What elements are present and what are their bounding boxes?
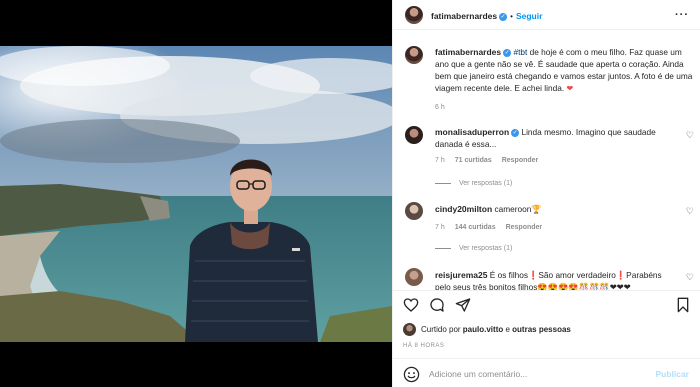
post-sidebar: fatimabernardes ✓ • Seguir ··· fatimabernar… xyxy=(392,0,700,387)
comment-item: monalisaduperron ✓ Linda mesmo. Imagino q… xyxy=(435,126,675,150)
comment-text: cameroon🏆 xyxy=(494,204,542,214)
caption-hashtag[interactable]: #tbt xyxy=(513,47,527,57)
comment-input[interactable]: Adicione um comentário... xyxy=(429,369,527,379)
comment-like-icon[interactable]: ♡ xyxy=(686,272,694,283)
comment-username[interactable]: cindy20milton xyxy=(435,204,492,214)
publish-button[interactable]: Publicar xyxy=(655,369,689,379)
replies-divider xyxy=(435,247,451,249)
verified-icon: ✓ xyxy=(503,48,512,57)
comment-likes[interactable]: 71 curtidas xyxy=(455,157,492,164)
comment-like-icon[interactable]: ♡ xyxy=(686,130,694,141)
bookmark-icon[interactable] xyxy=(675,297,691,313)
post-caption: fatimabernardes ✓ #tbt de hoje é com o me… xyxy=(435,46,693,114)
post-header: fatimabernardes ✓ • Seguir ··· xyxy=(393,0,700,30)
heart-icon[interactable] xyxy=(403,297,419,313)
view-replies[interactable]: Ver respostas (1) xyxy=(435,180,512,187)
post-timestamp[interactable]: HÁ 8 HORAS xyxy=(403,343,444,349)
avatar[interactable] xyxy=(405,268,423,286)
post-photo-image xyxy=(0,46,392,342)
add-comment-bar: Adicione um comentário... Publicar xyxy=(393,358,700,387)
avatar[interactable] xyxy=(405,202,423,220)
post-actions: Curtido por paulo.vitto e outras pessoas… xyxy=(393,290,700,387)
view-replies[interactable]: Ver respostas (1) xyxy=(435,245,512,252)
comment-username[interactable]: reisjurema25 xyxy=(435,270,487,280)
share-icon[interactable] xyxy=(455,297,471,313)
comment-like-icon[interactable]: ♡ xyxy=(686,206,694,217)
comment-item: cindy20milton cameroon🏆 xyxy=(435,203,675,215)
comment-meta: 7 h 144 curtidas Responder xyxy=(435,224,552,231)
liked-by-text: Curtido por paulo.vitto e outras pessoas xyxy=(421,325,571,334)
post-photo-panel xyxy=(0,0,392,387)
reply-button[interactable]: Responder xyxy=(502,157,539,164)
caption-time: 6 h xyxy=(435,104,445,111)
heart-emoji: ❤ xyxy=(566,84,574,93)
post-photo[interactable] xyxy=(0,46,392,342)
verified-icon: ✓ xyxy=(511,128,520,137)
avatar[interactable] xyxy=(405,126,423,144)
avatar[interactable] xyxy=(405,46,423,64)
follow-button[interactable]: Seguir xyxy=(516,11,542,21)
avatar[interactable] xyxy=(405,6,423,24)
comment-username[interactable]: monalisaduperron xyxy=(435,127,509,137)
liked-by-suffix: e xyxy=(503,325,513,334)
comment-time: 7 h xyxy=(435,157,445,164)
comment-time: 7 h xyxy=(435,224,445,231)
comment-likes[interactable]: 144 curtidas xyxy=(455,224,496,231)
post-username[interactable]: fatimabernardes xyxy=(431,11,497,21)
more-options-icon[interactable]: ··· xyxy=(675,9,689,21)
reply-button[interactable]: Responder xyxy=(506,224,543,231)
separator-dot: • xyxy=(510,12,513,21)
comment-icon[interactable] xyxy=(429,297,445,313)
liked-by-prefix: Curtido por xyxy=(421,325,463,334)
liked-by-others[interactable]: outras pessoas xyxy=(512,325,571,334)
verified-icon: ✓ xyxy=(499,12,508,21)
view-replies-label[interactable]: Ver respostas (1) xyxy=(459,180,512,187)
emoji-icon[interactable] xyxy=(403,366,420,383)
avatar[interactable] xyxy=(403,323,416,336)
caption-username[interactable]: fatimabernardes xyxy=(435,47,501,57)
view-replies-label[interactable]: Ver respostas (1) xyxy=(459,245,512,252)
liked-by-user[interactable]: paulo.vitto xyxy=(463,325,503,334)
comment-meta: 7 h 71 curtidas Responder xyxy=(435,157,548,164)
replies-divider xyxy=(435,182,451,184)
